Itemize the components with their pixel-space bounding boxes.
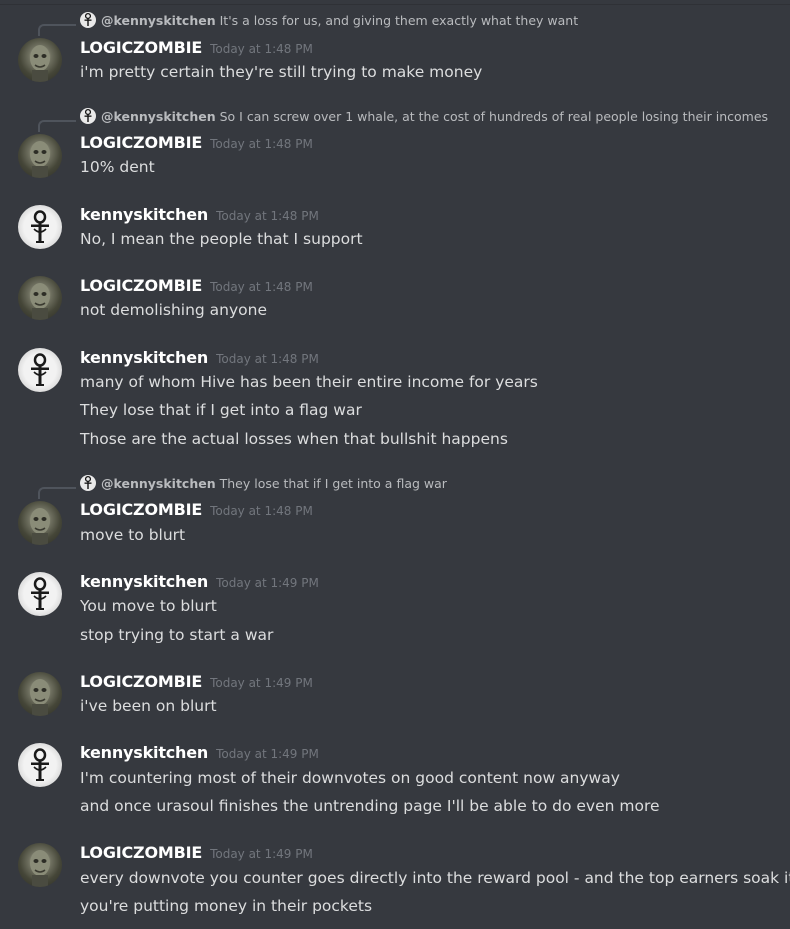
username[interactable]: LOGICZOMBIE [80, 276, 202, 295]
message-text: stop trying to start a war [80, 626, 274, 644]
message-header: LOGICZOMBIE Today at 1:48 PM [80, 276, 313, 298]
message-text: 10% dent [80, 158, 155, 176]
zombie-avatar[interactable] [18, 672, 62, 716]
username[interactable]: kennyskitchen [80, 348, 208, 367]
reply-author[interactable]: @kennyskitchen [101, 13, 216, 28]
ankh-avatar[interactable] [18, 205, 62, 249]
message-header: kennyskitchen Today at 1:49 PM [80, 743, 319, 765]
reply-preview[interactable]: @kennyskitchen So I can screw over 1 whal… [80, 108, 768, 126]
timestamp: Today at 1:48 PM [210, 137, 313, 151]
zombie-avatar[interactable] [18, 276, 62, 320]
message-text: many of whom Hive has been their entire … [80, 373, 538, 391]
message-text: You move to blurt [80, 597, 217, 615]
message-header: kennyskitchen Today at 1:49 PM [80, 572, 319, 594]
reply-text: So I can screw over 1 whale, at the cost… [219, 109, 769, 124]
message-text: Those are the actual losses when that bu… [80, 430, 508, 448]
username[interactable]: LOGICZOMBIE [80, 133, 202, 152]
message-header: LOGICZOMBIE Today at 1:48 PM [80, 38, 313, 60]
message-text: every downvote you counter goes directly… [80, 869, 790, 887]
username[interactable]: kennyskitchen [80, 205, 208, 224]
message-header: LOGICZOMBIE Today at 1:49 PM [80, 843, 313, 865]
ankh-avatar[interactable] [18, 743, 62, 787]
timestamp: Today at 1:48 PM [210, 280, 313, 294]
message-text: you're putting money in their pockets [80, 897, 373, 915]
message-header: kennyskitchen Today at 1:48 PM [80, 205, 319, 227]
timestamp: Today at 1:48 PM [210, 504, 313, 518]
reply-author[interactable]: @kennyskitchen [101, 109, 216, 124]
message-text: move to blurt [80, 526, 186, 544]
timestamp: Today at 1:49 PM [216, 747, 319, 761]
reply-avatar-icon [80, 475, 96, 491]
reply-text: They lose that if I get into a flag war [219, 476, 447, 491]
message-text: and once urasoul finishes the untrending… [80, 797, 660, 815]
message-feed: @kennyskitchen It's a loss for us, and gi… [0, 0, 790, 929]
message-text: No, I mean the people that I support [80, 230, 363, 248]
timestamp: Today at 1:49 PM [210, 847, 313, 861]
message-text: i've been on blurt [80, 697, 217, 715]
username[interactable]: LOGICZOMBIE [80, 843, 202, 862]
message-text: I'm countering most of their downvotes o… [80, 769, 620, 787]
username[interactable]: LOGICZOMBIE [80, 500, 202, 519]
timestamp: Today at 1:49 PM [210, 676, 313, 690]
reply-avatar-icon [80, 108, 96, 124]
message-text: i'm pretty certain they're still trying … [80, 63, 483, 81]
timestamp: Today at 1:48 PM [216, 352, 319, 366]
message-text: not demolishing anyone [80, 301, 268, 319]
ankh-avatar[interactable] [18, 572, 62, 616]
reply-preview[interactable]: @kennyskitchen It's a loss for us, and gi… [80, 12, 578, 30]
zombie-avatar[interactable] [18, 134, 62, 178]
timestamp: Today at 1:48 PM [216, 209, 319, 223]
reply-text: It's a loss for us, and giving them exac… [219, 13, 579, 28]
reply-connector [38, 487, 76, 499]
timestamp: Today at 1:48 PM [210, 42, 313, 56]
ankh-avatar[interactable] [18, 348, 62, 392]
reply-connector [38, 24, 76, 36]
username[interactable]: LOGICZOMBIE [80, 672, 202, 691]
reply-connector [38, 120, 76, 132]
message-header: LOGICZOMBIE Today at 1:48 PM [80, 500, 313, 522]
username[interactable]: kennyskitchen [80, 743, 208, 762]
reply-avatar-icon [80, 12, 96, 28]
reply-preview[interactable]: @kennyskitchen They lose that if I get in… [80, 475, 447, 493]
zombie-avatar[interactable] [18, 501, 62, 545]
message-header: LOGICZOMBIE Today at 1:48 PM [80, 133, 313, 155]
zombie-avatar[interactable] [18, 38, 62, 82]
message-header: kennyskitchen Today at 1:48 PM [80, 348, 319, 370]
message-header: LOGICZOMBIE Today at 1:49 PM [80, 672, 313, 694]
reply-author[interactable]: @kennyskitchen [101, 476, 216, 491]
message-text: They lose that if I get into a flag war [80, 401, 362, 419]
username[interactable]: kennyskitchen [80, 572, 208, 591]
username[interactable]: LOGICZOMBIE [80, 38, 202, 57]
timestamp: Today at 1:49 PM [216, 576, 319, 590]
zombie-avatar[interactable] [18, 843, 62, 887]
